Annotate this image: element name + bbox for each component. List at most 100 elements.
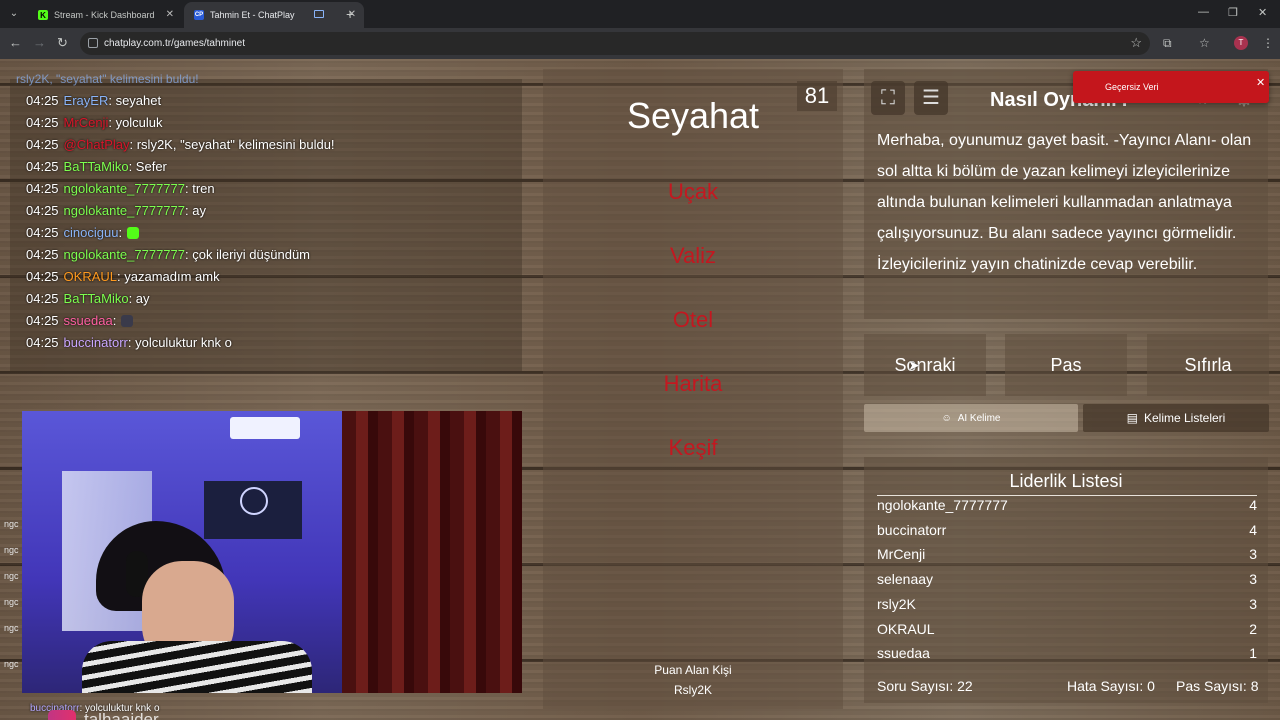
forbidden-word: Harita xyxy=(663,371,723,396)
reset-button[interactable]: Sıfırla xyxy=(1147,334,1269,396)
bookmark-star-icon[interactable]: ☆ xyxy=(1130,35,1142,51)
restore-icon[interactable]: ❐ xyxy=(1228,6,1238,19)
chat-username[interactable]: cinociguu xyxy=(64,225,119,240)
chat-message: 04:25 BaTTaMiko: ay xyxy=(26,291,150,306)
emote-icon xyxy=(127,227,140,239)
chat-username[interactable]: ngolokante_7777777 xyxy=(64,181,185,196)
close-tab-icon[interactable]: ✕ xyxy=(166,10,174,20)
reload-icon[interactable]: ↻ xyxy=(57,36,68,50)
chat-username[interactable]: MrCenji xyxy=(64,115,109,130)
notes-icon[interactable]: ☰ xyxy=(914,81,948,115)
chat-message: 04:25 BaTTaMiko: Sefer xyxy=(26,159,167,174)
stream-chat-edge: ngc ngc ngc ngc ngc ngc xyxy=(4,519,19,669)
fullscreen-icon[interactable]: ⛶ xyxy=(871,81,905,115)
forbidden-word: Uçak xyxy=(667,179,719,204)
question-count: Soru Sayısı: 22 xyxy=(877,678,973,694)
leaderboard-row: OKRAUL 2 xyxy=(877,621,1257,637)
profile-avatar[interactable]: T xyxy=(1234,36,1248,50)
clipboard-icon: ▤ xyxy=(1126,411,1138,425)
chat-timestamp: 04:25 xyxy=(26,203,59,218)
chat-message: 04:25 OKRAUL: yazamadım amk xyxy=(26,269,220,284)
tab-label: Tahmin Et - ChatPlay xyxy=(210,10,295,20)
chat-timestamp: 04:25 xyxy=(26,93,59,108)
chat-timestamp: 04:25 xyxy=(26,291,59,306)
leaderboard-row: buccinatorr 4 xyxy=(877,522,1257,538)
pass-button[interactable]: Pas xyxy=(1005,334,1127,396)
chat-message: 04:25 MrCenji: yolculuk xyxy=(26,115,163,130)
menu-dots-icon[interactable]: ⋮ xyxy=(1262,36,1274,50)
browser-tab-bar: ⌄ K Stream - Kick Dashboard ✕ CP Tahmin … xyxy=(0,0,1280,28)
chatplay-favicon-icon: CP xyxy=(194,10,204,20)
chat-username[interactable]: @ChatPlay xyxy=(64,137,130,152)
address-bar-row: ← → ↻ chatplay.com.tr/games/tahminet ☆ ⧉… xyxy=(0,28,1280,59)
chat-username[interactable]: BaTTaMiko xyxy=(64,291,129,306)
url-field[interactable]: chatplay.com.tr/games/tahminet ☆ xyxy=(80,32,1150,55)
tab-search-icon[interactable]: ⌄ xyxy=(6,6,22,22)
chat-text: : rsly2K, "seyahat" kelimesini buldu! xyxy=(129,137,335,152)
chat-timestamp: 04:25 xyxy=(26,181,59,196)
pass-count: Pas Sayısı: 8 xyxy=(1176,678,1259,694)
how-to-play-text: Merhaba, oyunumuz gayet basit. -Yayıncı … xyxy=(877,132,1252,273)
chat-message: 04:25 ngolokante_7777777: tren xyxy=(26,181,215,196)
chat-text: : çok ileriyi düşündüm xyxy=(185,247,310,262)
url-text: chatplay.com.tr/games/tahminet xyxy=(104,38,245,49)
forbidden-word: Valiz xyxy=(669,243,717,268)
chat-username[interactable]: BaTTaMiko xyxy=(64,159,129,174)
kick-favicon-icon: K xyxy=(38,10,48,20)
webcam-feed xyxy=(22,411,522,693)
leaderboard-title: Liderlik Listesi xyxy=(1009,471,1123,491)
chat-text: : yolculuk xyxy=(108,115,163,130)
bookmarks-icon[interactable]: ☆ xyxy=(1199,36,1210,50)
chat-text: : ay xyxy=(185,203,206,218)
minimize-icon[interactable]: — xyxy=(1198,6,1209,18)
chat-message: 04:25 cinociguu: xyxy=(26,225,140,240)
chat-text: : tren xyxy=(185,181,215,196)
chat-username[interactable]: buccinatorr xyxy=(64,335,128,350)
chat-username[interactable]: ngolokante_7777777 xyxy=(64,247,185,262)
robot-icon: ☺ xyxy=(941,412,952,424)
chat-username[interactable]: ngolokante_7777777 xyxy=(64,203,185,218)
chat-text: : xyxy=(112,313,117,328)
scorer-name: Rsly2K xyxy=(673,683,712,697)
word-lists-button[interactable]: ▤ Kelime Listeleri xyxy=(1083,404,1269,432)
chat-message: 04:25 ErayER: seyahet xyxy=(26,93,161,108)
chat-timestamp: 04:25 xyxy=(26,137,59,152)
tab-chatplay[interactable]: CP Tahmin Et - ChatPlay ✕ xyxy=(184,2,364,28)
game-page: rsly2K, "seyahat" kelimesini buldu! 04:2… xyxy=(0,59,1280,720)
extension-icon[interactable]: ⧉ xyxy=(1163,36,1172,50)
tab-kick-dashboard[interactable]: K Stream - Kick Dashboard ✕ xyxy=(28,2,182,28)
close-window-icon[interactable]: ✕ xyxy=(1258,6,1267,19)
chat-timestamp: 04:25 xyxy=(26,159,59,174)
chat-username[interactable]: ErayER xyxy=(64,93,109,108)
chat-message: 04:25 ngolokante_7777777: çok ileriyi düş… xyxy=(26,247,310,262)
stream-handle: talhaaider xyxy=(84,710,159,720)
divider xyxy=(877,495,1257,496)
toast-close-icon[interactable]: ✕ xyxy=(1256,76,1265,89)
chat-text: : xyxy=(118,225,123,240)
chat-username[interactable]: OKRAUL xyxy=(64,269,117,284)
media-icon[interactable] xyxy=(314,10,324,18)
chat-timestamp: 04:25 xyxy=(26,115,59,130)
back-icon[interactable]: ← xyxy=(9,36,22,50)
site-info-icon[interactable] xyxy=(88,38,98,48)
forward-icon[interactable]: → xyxy=(33,36,46,50)
next-button[interactable]: Sonraki xyxy=(864,334,986,396)
chat-message-partial: rsly2K, "seyahat" kelimesini buldu! xyxy=(16,72,199,86)
mouse-cursor-icon: ➤ xyxy=(908,357,920,373)
emote-icon xyxy=(121,315,134,327)
chat-message: 04:25 @ChatPlay: rsly2K, "seyahat" kelime… xyxy=(26,137,335,152)
chat-text: : seyahet xyxy=(108,93,162,108)
chat-username[interactable]: ssuedaa xyxy=(64,313,113,328)
leaderboard-row: ssuedaa 1 xyxy=(877,645,1257,661)
chat-message: 04:25 ssuedaa: xyxy=(26,313,134,328)
chat-message: 04:25 ngolokante_7777777: ay xyxy=(26,203,206,218)
chat-message: 04:25 buccinatorr: yolculuktur knk o xyxy=(26,335,232,350)
instagram-icon xyxy=(48,710,76,720)
ai-word-button[interactable]: ☺ AI Kelime xyxy=(864,404,1078,432)
error-count: Hata Sayısı: 0 xyxy=(1067,678,1155,694)
new-tab-icon[interactable]: + xyxy=(346,6,354,22)
chat-timestamp: 04:25 xyxy=(26,335,59,350)
leaderboard-row: ngolokante_7777777 4 xyxy=(877,497,1257,513)
forbidden-word: Otel xyxy=(672,307,714,332)
chat-timestamp: 04:25 xyxy=(26,225,59,240)
